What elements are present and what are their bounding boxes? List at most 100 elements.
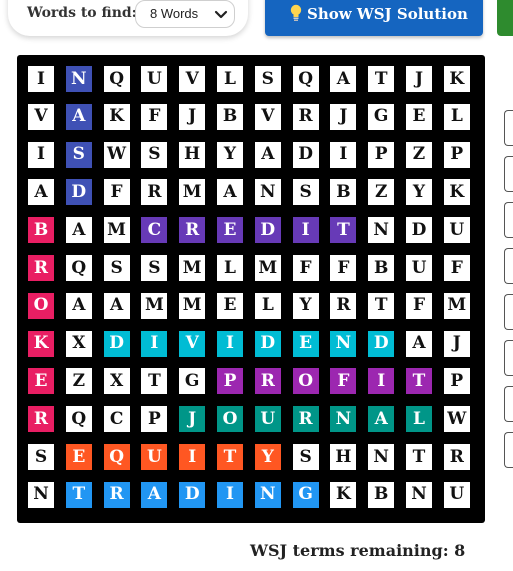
grid-cell[interactable]: D [254,330,281,357]
side-tab[interactable] [504,386,513,422]
grid-cell[interactable]: L [443,103,470,130]
grid-cell[interactable]: X [103,368,130,395]
grid-cell[interactable]: D [179,481,206,508]
grid-cell[interactable]: B [368,255,395,281]
grid-cell[interactable]: S [28,444,54,470]
grid-cell[interactable]: G [179,368,206,395]
grid-cell[interactable]: Q [65,255,92,281]
grid-cell[interactable]: N [368,217,395,244]
grid-cell[interactable]: A [368,406,395,433]
grid-cell[interactable]: W [443,406,470,433]
grid-cell[interactable]: D [406,217,432,244]
grid-cell[interactable]: V [179,330,206,357]
grid-cell[interactable]: H [330,444,357,470]
grid-cell[interactable]: J [330,103,357,130]
grid-cell[interactable]: B [28,217,54,244]
grid-cell[interactable]: J [406,66,432,92]
grid-cell[interactable]: A [254,141,281,168]
grid-cell[interactable]: D [368,330,395,357]
grid-cell[interactable]: G [368,103,395,130]
grid-cell[interactable]: P [368,141,395,168]
grid-cell[interactable]: Y [217,141,243,168]
grid-cell[interactable]: N [406,481,432,508]
grid-cell[interactable]: U [141,66,168,92]
side-tab[interactable] [504,432,513,468]
grid-cell[interactable]: N [368,444,395,470]
side-tab[interactable] [504,110,513,146]
grid-cell[interactable]: S [292,179,319,206]
grid-cell[interactable]: Q [65,406,92,433]
grid-cell[interactable]: N [330,330,357,357]
grid-cell[interactable]: B [330,179,357,206]
grid-cell[interactable]: U [406,255,432,281]
grid-cell[interactable]: U [443,217,470,244]
grid-cell[interactable]: D [292,141,319,168]
grid-cell[interactable]: D [254,217,281,244]
grid-cell[interactable]: R [254,368,281,395]
grid-cell[interactable]: R [330,292,357,319]
grid-cell[interactable]: T [65,481,92,508]
grid-cell[interactable]: A [28,179,54,206]
grid-cell[interactable]: R [141,179,168,206]
grid-cell[interactable]: H [179,141,206,168]
grid-cell[interactable]: I [217,481,243,508]
grid-cell[interactable]: L [217,66,243,92]
grid-cell[interactable]: N [254,179,281,206]
grid-cell[interactable]: W [103,141,130,168]
grid-cell[interactable]: V [28,103,54,130]
grid-cell[interactable]: C [103,406,130,433]
side-tab[interactable] [504,248,513,284]
grid-cell[interactable]: U [443,481,470,508]
grid-cell[interactable]: O [28,292,54,319]
grid-cell[interactable]: A [65,103,92,130]
grid-cell[interactable]: R [292,103,319,130]
grid-cell[interactable]: Z [368,179,395,206]
side-tab[interactable] [504,202,513,238]
grid-cell[interactable]: L [217,255,243,281]
grid-cell[interactable]: I [28,66,54,92]
show-wsj-solution-button[interactable]: Show WSJ Solution [265,0,483,36]
grid-cell[interactable]: N [65,66,92,92]
grid-cell[interactable]: K [443,66,470,92]
grid-cell[interactable]: S [103,255,130,281]
grid-cell[interactable]: L [406,406,432,433]
grid-cell[interactable]: F [406,292,432,319]
side-tab[interactable] [504,294,513,330]
grid-cell[interactable]: D [103,330,130,357]
side-tab[interactable] [504,156,513,192]
grid-cell[interactable]: R [179,217,206,244]
grid-cell[interactable]: V [254,103,281,130]
grid-cell[interactable]: R [443,444,470,470]
grid-cell[interactable]: K [443,179,470,206]
grid-cell[interactable]: A [217,179,243,206]
grid-cell[interactable]: Y [406,179,432,206]
grid-cell[interactable]: I [28,141,54,168]
grid-cell[interactable]: F [330,368,357,395]
grid-cell[interactable]: T [368,66,395,92]
grid-cell[interactable]: I [292,217,319,244]
grid-cell[interactable]: M [254,255,281,281]
grid-cell[interactable]: F [103,179,130,206]
grid-cell[interactable]: S [254,66,281,92]
grid-cell[interactable]: P [443,368,470,395]
grid-cell[interactable]: M [141,292,168,319]
grid-cell[interactable]: L [254,292,281,319]
grid-cell[interactable]: A [65,292,92,319]
grid-cell[interactable]: R [28,406,54,433]
grid-cell[interactable]: J [179,103,206,130]
grid-cell[interactable]: I [330,141,357,168]
words-count-select[interactable]: 8 Words [135,0,235,28]
grid-cell[interactable]: T [406,368,432,395]
grid-cell[interactable]: X [65,330,92,357]
grid-cell[interactable]: R [28,255,54,281]
grid-cell[interactable]: E [217,292,243,319]
grid-cell[interactable]: S [65,141,92,168]
grid-cell[interactable]: F [292,255,319,281]
grid-cell[interactable]: J [179,406,206,433]
grid-cell[interactable]: I [217,330,243,357]
grid-cell[interactable]: S [141,141,168,168]
grid-cell[interactable]: U [254,406,281,433]
grid-cell[interactable]: Q [292,66,319,92]
grid-cell[interactable]: O [217,406,243,433]
grid-cell[interactable]: Z [406,141,432,168]
